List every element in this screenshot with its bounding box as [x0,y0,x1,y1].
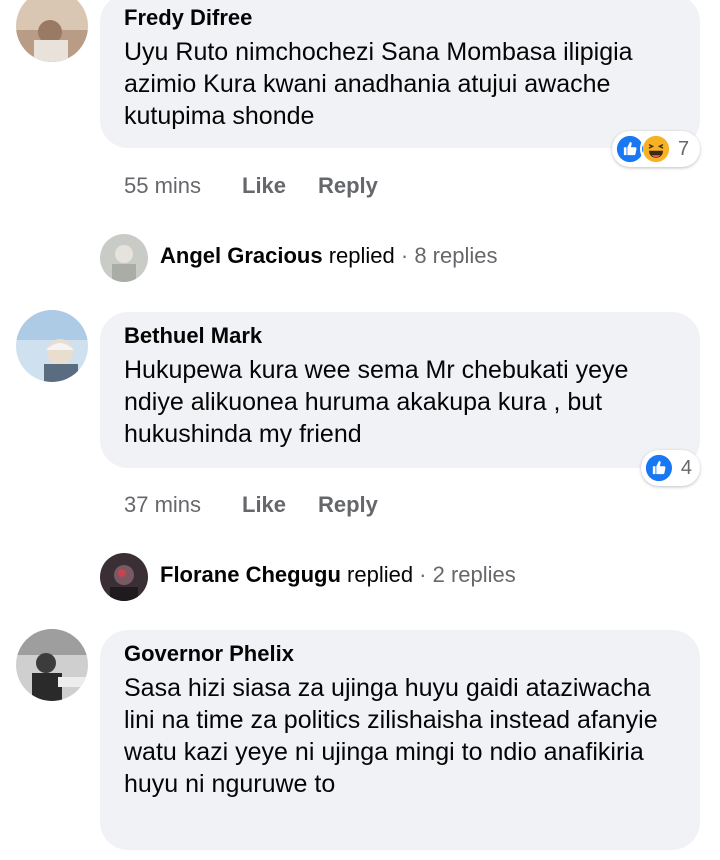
reply-count: 2 replies [432,562,516,587]
reply-author: Angel Gracious [160,243,323,268]
like-icon [643,452,675,484]
comment-actions: 55 mins Like Reply [124,172,378,200]
comment-text: Sasa hizi siasa za ujinga huyu gaidi ata… [124,674,658,798]
avatar[interactable] [100,553,148,601]
comment-author[interactable]: Fredy Difree [124,4,676,32]
avatar-photo [100,234,148,282]
reply-button[interactable]: Reply [318,172,378,200]
reactions-summary[interactable]: 7 [612,131,700,167]
avatar[interactable] [100,234,148,282]
separator: · [413,562,433,587]
comment-author[interactable]: Governor Phelix [124,640,676,668]
separator: · [394,243,415,268]
comment-timestamp[interactable]: 37 mins [124,491,242,519]
like-button[interactable]: Like [242,491,318,519]
avatar[interactable] [16,629,88,701]
comment-timestamp[interactable]: 55 mins [124,172,242,200]
avatar-photo [16,310,88,382]
reply-button[interactable]: Reply [318,491,378,519]
comment-actions: 37 mins Like Reply [124,491,378,519]
reply-count: 8 replies [414,243,498,268]
comment-bubble: Fredy Difree Uyu Ruto nimchochezi Sana M… [100,0,700,148]
replied-label: replied [347,562,414,587]
replied-label: replied [328,243,395,268]
comment-bubble: Bethuel Mark Hukupewa kura wee sema Mr c… [100,312,700,468]
view-replies-link[interactable]: Angel Gracious replied · 8 replies [160,242,497,270]
reaction-count: 4 [680,456,692,479]
comment-text: Uyu Ruto nimchochezi Sana Mombasa ilipig… [124,38,633,130]
reactions-summary[interactable]: 4 [641,450,700,486]
reaction-count: 7 [678,137,690,160]
haha-icon [640,133,672,165]
view-replies-link[interactable]: Florane Chegugu replied · 2 replies [160,561,516,589]
reply-author: Florane Chegugu [160,562,341,587]
avatar-photo [16,0,88,62]
comment-bubble: Governor Phelix Sasa hizi siasa za ujing… [100,630,700,850]
avatar-photo [16,629,88,701]
avatar[interactable] [16,310,88,382]
avatar-photo [100,553,148,601]
comment-author[interactable]: Bethuel Mark [124,322,676,350]
comment-text: Hukupewa kura wee sema Mr chebukati yeye… [124,356,629,448]
avatar[interactable] [16,0,88,62]
like-button[interactable]: Like [242,172,318,200]
